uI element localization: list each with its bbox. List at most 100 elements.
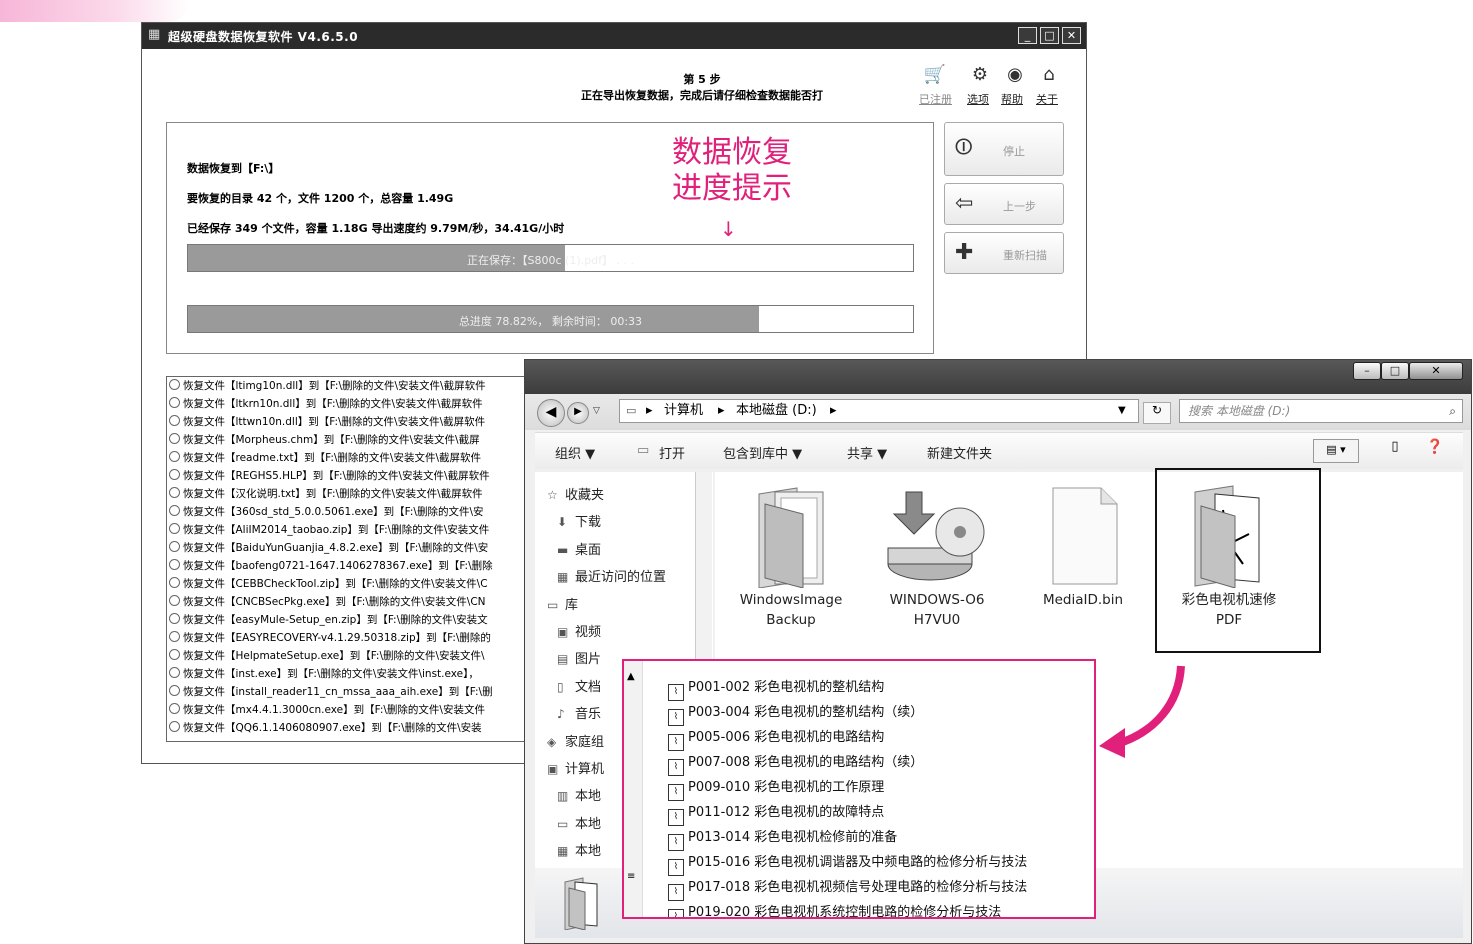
home-icon[interactable]: ⌂: [1035, 65, 1063, 85]
nav-item[interactable]: ▯ 文档: [557, 676, 601, 695]
log-entry[interactable]: 恢复文件【BaiduYunGuanjia_4.8.2.exe】到【F:\删除的文…: [167, 539, 555, 557]
share-menu[interactable]: 共享 ▼: [847, 443, 887, 462]
nav-item[interactable]: ♪ 音乐: [557, 703, 601, 722]
list-scrollbar[interactable]: ▲ ≡: [624, 661, 643, 917]
minimize-button[interactable]: –: [1353, 362, 1381, 380]
preview-pane-icon[interactable]: ▯: [1385, 439, 1405, 459]
view-options-button[interactable]: ▤ ▾: [1313, 439, 1359, 463]
log-entry[interactable]: 恢复文件【360sd_std_5.0.0.5061.exe】到【F:\删除的文件…: [167, 503, 555, 521]
include-in-library-menu[interactable]: 包含到库中 ▼: [723, 443, 802, 462]
scroll-grip-icon[interactable]: ≡: [627, 871, 635, 882]
log-entry[interactable]: 恢复文件【QQ6.1.1406080907.exe】到【F:\删除的文件\安装: [167, 719, 555, 737]
log-entry[interactable]: 恢复文件【lttwn10n.dll】到【F:\删除的文件\安装文件\截屏软件: [167, 413, 555, 431]
history-dropdown-icon[interactable]: ▽: [593, 406, 600, 416]
log-entry[interactable]: 恢复文件【readme.txt】到【F:\删除的文件\安装文件\截屏软件: [167, 449, 555, 467]
registered-link[interactable]: 已注册: [919, 91, 952, 107]
nav-item[interactable]: ▥ 本地: [557, 785, 601, 804]
nav-item-label: 本地: [575, 816, 602, 832]
nav-item[interactable]: ▦ 本地: [557, 840, 601, 859]
gear-icon[interactable]: ⚙: [966, 65, 994, 85]
nav-item-label: 桌面: [575, 542, 602, 558]
log-entry[interactable]: 恢复文件【CNCBSecPkg.exe】到【F:\删除的文件\安装文件\CN: [167, 593, 555, 611]
nav-item[interactable]: ▭ 本地: [557, 813, 601, 832]
log-entry[interactable]: 恢复文件【install_reader11_cn_mssa_aaa_aih.ex…: [167, 683, 555, 701]
nav-item-icon: ▦: [557, 570, 569, 585]
nav-item[interactable]: ⬇ 下载: [557, 511, 601, 530]
organize-menu[interactable]: 组织 ▼: [555, 443, 595, 462]
saving-progress-text: 正在保存：【S800c (1).pdf】 . . .: [467, 254, 634, 267]
log-entry[interactable]: 恢复文件【EASYRECOVERY-v4.1.29.50318.zip】到【F:…: [167, 629, 555, 647]
pdf-file-item[interactable]: ⌇ P011-012 彩色电视机的故障特点: [668, 800, 884, 826]
decorative-corner: [0, 0, 190, 22]
file-item-mediaid[interactable]: MediaID.bin: [1013, 484, 1153, 610]
log-entry[interactable]: 恢复文件【汉化说明.txt】到【F:\删除的文件\安装文件\截屏软件: [167, 485, 555, 503]
pdf-file-item[interactable]: ⌇ P019-020 彩色电视机系统控制电路的检修分析与技法: [668, 900, 1001, 917]
options-link[interactable]: 选项: [967, 91, 989, 107]
nav-item-label: 视频: [575, 625, 602, 640]
pdf-file-item[interactable]: ⌇ P001-002 彩色电视机的整机结构: [668, 675, 885, 701]
nav-item[interactable]: ▬ 桌面: [557, 539, 601, 558]
rescan-button[interactable]: ✚ 重新扫描: [944, 232, 1064, 274]
maximize-button[interactable]: □: [1381, 362, 1409, 380]
open-button[interactable]: 打开: [659, 443, 685, 462]
log-entry[interactable]: 恢复文件【baofeng0721-1647.1406278367.exe】到【F…: [167, 557, 555, 575]
nav-item[interactable]: ☆ 收藏夹: [547, 484, 604, 503]
new-folder-button[interactable]: 新建文件夹: [927, 443, 992, 462]
log-entry[interactable]: 恢复文件【AliIM2014_taobao.zip】到【F:\删除的文件\安装文…: [167, 521, 555, 539]
nav-item[interactable]: ▣ 视频: [557, 621, 601, 640]
log-entry[interactable]: 恢复文件【Morpheus.chm】到【F:\删除的文件\安装文件\截屏: [167, 431, 555, 449]
log-entry[interactable]: 恢复文件【REGHS5.HLP】到【F:\删除的文件\安装文件\截屏软件: [167, 467, 555, 485]
pdf-file-item[interactable]: ⌇ P013-014 彩色电视机检修前的准备: [668, 825, 897, 851]
log-entry[interactable]: 恢复文件【ltimg10n.dll】到【F:\删除的文件\安装文件\截屏软件: [167, 377, 555, 395]
log-entry[interactable]: 恢复文件【HelpmateSetup.exe】到【F:\删除的文件\安装文件\: [167, 647, 555, 665]
stop-button[interactable]: ⏼ 停止: [944, 122, 1064, 176]
maximize-button[interactable]: □: [1040, 27, 1059, 44]
previous-step-button[interactable]: ⇦ 上一步: [944, 183, 1064, 225]
nav-item[interactable]: ▣ 计算机: [547, 758, 604, 777]
log-entry-text: 恢复文件【360sd_std_5.0.0.5061.exe】到【F:\删除的文件…: [183, 506, 484, 518]
breadcrumb-drive[interactable]: 本地磁盘 (D:): [736, 400, 817, 422]
log-entry[interactable]: 恢复文件【CEBBCheckTool.zip】到【F:\删除的文件\安装文件\C: [167, 575, 555, 593]
search-input[interactable]: 搜索 本地磁盘 (D:) ⌕: [1179, 399, 1463, 423]
pdf-file-item[interactable]: ⌇ P005-006 彩色电视机的电路结构: [668, 725, 884, 751]
pdf-file-item[interactable]: ⌇ P009-010 彩色电视机的工作原理: [668, 775, 884, 801]
help-icon[interactable]: ◉: [1001, 65, 1029, 85]
pdf-file-item[interactable]: ⌇ P015-016 彩色电视机调谐器及中频电路的检修分析与技法: [668, 850, 1027, 876]
nav-item-label: 库: [565, 597, 579, 613]
pdf-file-item[interactable]: ⌇ P017-018 彩色电视机视频信号处理电路的检修分析与技法: [668, 875, 1027, 901]
nav-item[interactable]: ▭ 库: [547, 594, 578, 613]
pdf-file-name: P001-002 彩色电视机的整机结构: [688, 680, 885, 695]
refresh-icon[interactable]: ↻: [1143, 402, 1171, 424]
pdf-file-item[interactable]: ⌇ P007-008 彩色电视机的电路结构（续）: [668, 750, 923, 776]
pdf-file-item[interactable]: ⌇ P003-004 彩色电视机的整机结构（续）: [668, 700, 923, 726]
back-button[interactable]: ◀: [537, 399, 565, 427]
scroll-up-icon[interactable]: ▲: [627, 671, 635, 682]
close-button[interactable]: ✕: [1062, 27, 1081, 44]
recovery-log-list[interactable]: 恢复文件【ltimg10n.dll】到【F:\删除的文件\安装文件\截屏软件 恢复…: [166, 376, 556, 742]
search-icon[interactable]: ⌕: [1449, 400, 1456, 422]
file-item-install-disc[interactable]: WINDOWS-O6 H7VU0: [867, 484, 1007, 630]
help-link[interactable]: 帮助: [1001, 91, 1023, 107]
cart-icon[interactable]: 🛒: [921, 65, 949, 85]
breadcrumb-computer[interactable]: 计算机: [664, 400, 703, 422]
forward-button[interactable]: ▶: [567, 402, 589, 424]
address-dropdown-icon[interactable]: ▼: [1118, 400, 1126, 422]
close-button[interactable]: ✕: [1409, 362, 1463, 380]
log-entry[interactable]: 恢复文件【inst.exe】到【F:\删除的文件\安装文件\inst.exe】，: [167, 665, 555, 683]
about-link[interactable]: 关于: [1036, 91, 1058, 107]
log-entry[interactable]: 恢复文件【easyMule-Setup_en.zip】到【F:\删除的文件\安装…: [167, 611, 555, 629]
explorer-titlebar[interactable]: – □ ✕: [525, 360, 1471, 394]
nav-item[interactable]: ▦ 最近访问的位置: [557, 566, 666, 585]
address-bar[interactable]: ▭ ▸ 计算机 ▸ 本地磁盘 (D:) ▸ ▼: [619, 399, 1139, 423]
log-entry[interactable]: 恢复文件【ltkrn10n.dll】到【F:\删除的文件\安装文件\截屏软件: [167, 395, 555, 413]
pink-curved-arrow-icon: [1099, 665, 1185, 758]
nav-item[interactable]: ▤ 图片: [557, 648, 601, 667]
recovery-titlebar[interactable]: ▦ 超级硬盘数据恢复软件 V4.6.5.0 _ □ ✕: [142, 23, 1086, 49]
file-item-folder[interactable]: WindowsImage Backup: [721, 484, 861, 630]
minimize-button[interactable]: _: [1018, 27, 1037, 44]
nav-item[interactable]: ◈ 家庭组: [547, 731, 604, 750]
check-circle-icon: [169, 703, 180, 714]
help-icon[interactable]: ❓: [1425, 439, 1445, 459]
drive-icon: ▭: [626, 404, 637, 417]
log-entry[interactable]: 恢复文件【mx4.4.1.3000cn.exe】到【F:\删除的文件\安装文件: [167, 701, 555, 719]
